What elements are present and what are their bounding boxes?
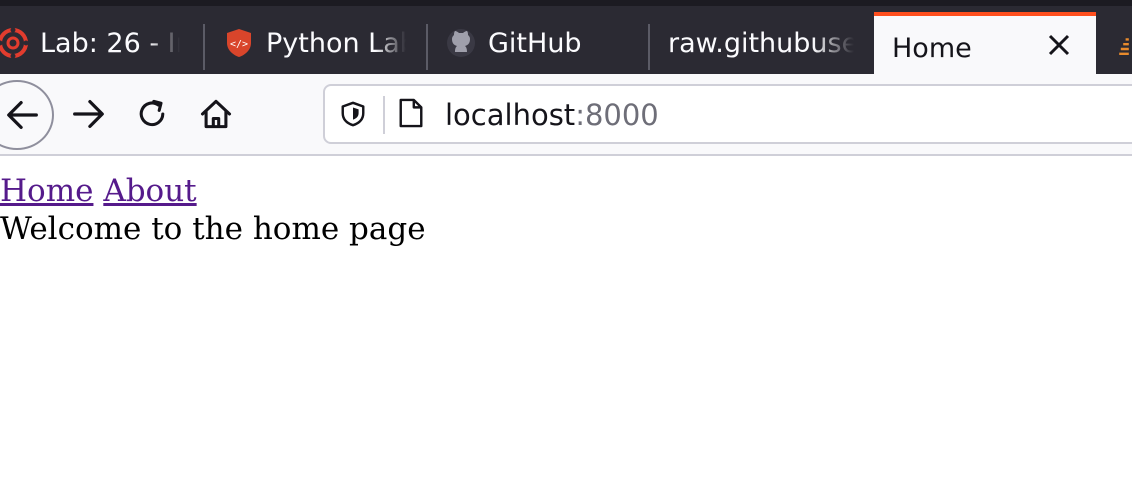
tab-title: Home	[892, 32, 972, 64]
url-host: localhost	[445, 98, 576, 132]
reload-button[interactable]	[124, 84, 180, 144]
nav-links: Home About	[0, 172, 426, 210]
home-button[interactable]	[188, 84, 244, 144]
home-icon	[200, 99, 232, 129]
navigation-toolbar: localhost:8000	[0, 74, 1132, 156]
tab-overflow-icon[interactable]	[1116, 30, 1132, 60]
tab-title: GitHub	[488, 27, 582, 59]
about-link[interactable]: About	[103, 173, 196, 209]
page-content: Home About Welcome to the home page	[0, 172, 426, 248]
url-text[interactable]: localhost:8000	[445, 96, 659, 134]
forward-arrow-icon	[73, 100, 104, 128]
tab-raw-githubusercontent[interactable]: raw.githubuse	[668, 12, 858, 74]
page-info-icon[interactable]	[397, 96, 425, 130]
address-bar[interactable]: localhost:8000	[323, 84, 1132, 144]
code-shield-icon: </>	[227, 29, 251, 57]
tab-separator	[426, 24, 428, 70]
tab-python-lab[interactable]: </> Python Lab	[224, 12, 414, 74]
tab-title: raw.githubuse	[668, 27, 854, 59]
url-port: :8000	[575, 98, 659, 132]
tab-title: Lab: 26 - In	[40, 27, 180, 59]
canvas-icon	[0, 28, 28, 58]
address-bar-divider	[383, 96, 385, 134]
github-icon	[447, 29, 475, 57]
tab-title: Python Lab	[266, 27, 406, 59]
tracking-protection-shield-icon[interactable]	[339, 100, 367, 128]
welcome-text: Welcome to the home page	[0, 211, 426, 247]
tab-home[interactable]: Home	[874, 12, 1096, 80]
tab-separator	[648, 24, 650, 70]
tab-lab-26[interactable]: Lab: 26 - In	[0, 12, 190, 74]
back-arrow-icon[interactable]	[4, 96, 42, 134]
tab-github[interactable]: GitHub	[446, 12, 636, 74]
tab-separator	[203, 24, 205, 70]
forward-button[interactable]	[60, 84, 116, 144]
reload-icon	[139, 99, 165, 127]
home-link[interactable]: Home	[0, 173, 93, 209]
tab-strip: Lab: 26 - In </> Python Lab GitHub raw.g…	[0, 0, 1132, 80]
svg-text:</>: </>	[230, 39, 248, 50]
close-icon[interactable]	[1044, 30, 1074, 60]
